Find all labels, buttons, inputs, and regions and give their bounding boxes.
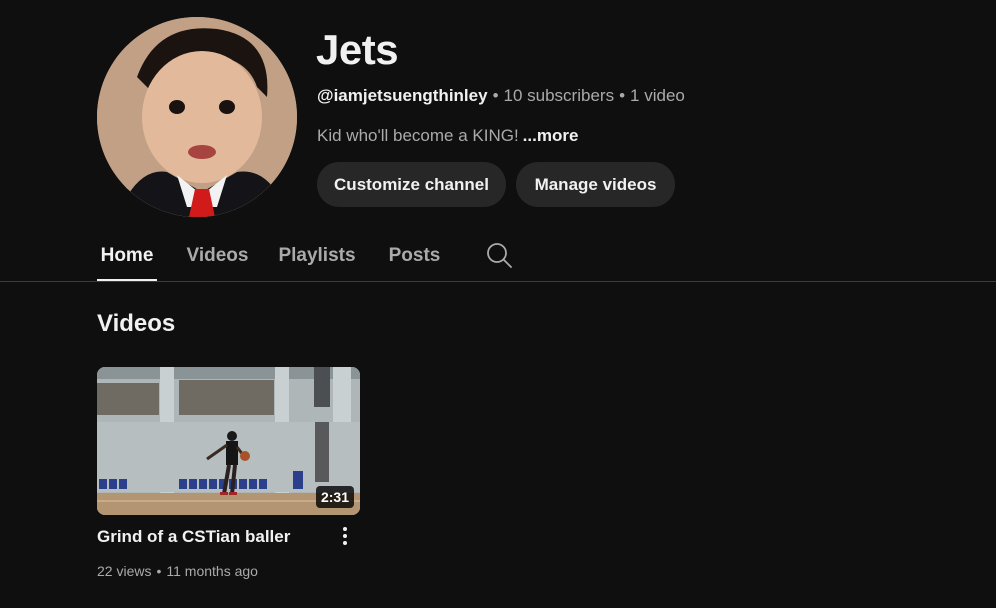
video-thumbnail[interactable]: 2:31 — [97, 367, 360, 515]
tab-videos[interactable]: Videos — [185, 230, 250, 281]
meta-separator: • — [619, 86, 626, 105]
subscriber-count: 10 subscribers — [503, 86, 615, 105]
video-duration: 2:31 — [315, 486, 354, 508]
video-count: 1 video — [630, 86, 685, 105]
tab-playlists[interactable]: Playlists — [277, 230, 357, 281]
channel-meta: @iamjetsuengthinley • 10 subscribers • 1 vid… — [317, 86, 685, 106]
channel-avatar[interactable] — [97, 17, 297, 217]
video-views: 22 views — [97, 563, 152, 579]
video-meta: 22 views • 11 months ago — [97, 563, 258, 579]
meta-separator: • — [492, 86, 499, 105]
tab-posts[interactable]: Posts — [386, 230, 443, 281]
more-link[interactable]: ...more — [523, 126, 579, 145]
video-age: 11 months ago — [166, 563, 258, 579]
meta-dot: • — [156, 563, 162, 579]
manage-videos-button[interactable]: Manage videos — [516, 162, 675, 207]
customize-channel-button[interactable]: Customize channel — [317, 162, 506, 207]
search-icon[interactable] — [485, 241, 513, 269]
channel-handle: @iamjetsuengthinley — [317, 86, 488, 105]
tabs-divider — [0, 281, 996, 282]
description-text: Kid who'll become a KING! — [317, 126, 519, 145]
tab-home[interactable]: Home — [97, 230, 157, 281]
section-title: Videos — [97, 310, 176, 337]
video-title[interactable]: Grind of a CSTian baller — [97, 527, 290, 547]
channel-tabs: Home Videos Playlists Posts — [0, 230, 996, 282]
channel-page: Jets @iamjetsuengthinley • 10 subscribers •… — [0, 0, 996, 608]
channel-description[interactable]: Kid who'll become a KING! ...more — [317, 126, 578, 146]
more-vert-icon[interactable] — [334, 524, 356, 548]
channel-name: Jets — [316, 26, 399, 73]
avatar-image — [97, 17, 297, 217]
